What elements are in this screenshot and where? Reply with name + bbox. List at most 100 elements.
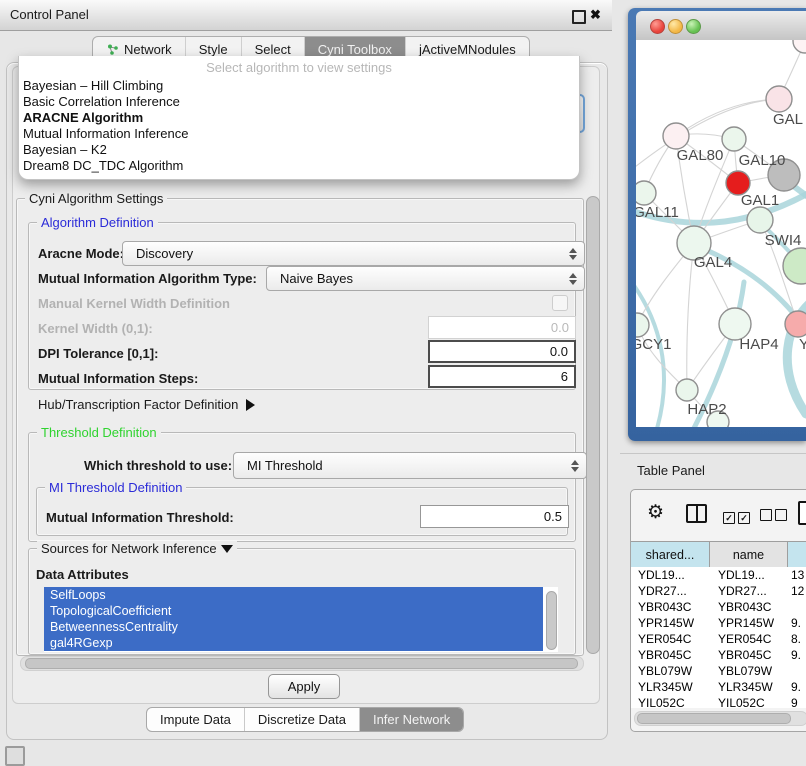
algorithm-dropdown-popup: Select algorithm to view settings Bayesi… [18, 56, 580, 180]
network-node-HAP2[interactable] [676, 379, 698, 401]
node-label: Y [799, 336, 806, 353]
table-row[interactable]: YBR045CYBR045C9. [631, 647, 806, 663]
node-label: GCY1 [636, 336, 671, 353]
manual-kernel-width-checkbox[interactable] [552, 295, 568, 311]
control-panel-title: Control Panel [10, 7, 89, 22]
table-panel-header: Table Panel [620, 453, 806, 486]
mac-close-button[interactable] [650, 19, 665, 34]
unselect-all-columns-icon[interactable] [760, 508, 787, 526]
table-row[interactable]: YDL19...YDL19...13 [631, 567, 806, 583]
mac-minimize-button[interactable] [668, 19, 683, 34]
hub-definition-expander[interactable]: Hub/Transcription Factor Definition [38, 397, 255, 412]
table-row[interactable]: YIL052CYIL052C9 [631, 695, 806, 708]
network-node-SWI4[interactable] [747, 207, 773, 233]
algorithm-definition-title: Algorithm Definition [37, 215, 158, 230]
table-hscrollbar[interactable] [637, 713, 791, 724]
table-row[interactable]: YPR145WYPR145W9. [631, 615, 806, 631]
disclosure-down-icon [221, 545, 233, 553]
table-panel-title: Table Panel [637, 463, 705, 478]
algorithm-dropdown-prompt: Select algorithm to view settings [19, 56, 579, 78]
network-window-titlebar[interactable] [636, 11, 806, 41]
network-node-GAL10[interactable] [722, 127, 746, 151]
combo-arrows-icon [568, 248, 577, 260]
node-label: GAL11 [636, 204, 679, 221]
combo-arrows-icon [568, 273, 577, 285]
network-node-GAL[interactable] [766, 86, 792, 112]
network-node[interactable] [793, 40, 806, 53]
network-node[interactable] [783, 248, 806, 284]
combo-arrows-icon [570, 460, 579, 472]
apply-button[interactable]: Apply [268, 674, 340, 699]
kernel-width-field[interactable]: 0.0 [428, 316, 576, 339]
select-all-columns-icon[interactable]: ✓✓ [723, 508, 750, 526]
column-header-shared-name[interactable]: shared... [631, 542, 710, 568]
disclosure-right-icon [246, 399, 255, 411]
tab-impute-data[interactable]: Impute Data [147, 708, 244, 731]
table-row[interactable]: YDR27...YDR27...12 [631, 583, 806, 599]
algorithm-option[interactable]: Bayesian – Hill Climbing [19, 78, 579, 94]
network-canvas[interactable]: GAL GAL80 GAL10 GAL1 GAL11 SWI4 GAL4 GCY… [636, 40, 806, 427]
table-row[interactable]: YBR043CYBR043C [631, 599, 806, 615]
control-panel-titlebar: Control Panel ✖ [0, 0, 612, 31]
network-node-GCY1[interactable] [636, 313, 649, 337]
float-window-icon[interactable] [572, 10, 586, 24]
algorithm-option[interactable]: Dream8 DC_TDC Algorithm [19, 158, 579, 174]
mi-steps-field[interactable]: 6 [428, 365, 576, 388]
cyni-bottom-tabbar: Impute Data Discretize Data Infer Networ… [146, 707, 464, 732]
screen: Control Panel ✖ Network Style Select Cyn… [0, 0, 806, 762]
aracne-mode-label: Aracne Mode: [38, 246, 124, 261]
dpi-tolerance-field[interactable]: 0.0 [428, 340, 576, 363]
table-options-gear-icon[interactable]: ⚙ [647, 501, 664, 524]
network-view-window: GAL GAL80 GAL10 GAL1 GAL11 SWI4 GAL4 GCY… [628, 8, 806, 441]
node-label: GAL4 [694, 254, 732, 271]
mi-threshold-field[interactable]: 0.5 [420, 505, 569, 528]
mi-algorithm-type-combo[interactable]: Naive Bayes [266, 266, 585, 291]
table-row[interactable]: YLR345WYLR345W9. [631, 679, 806, 695]
docked-panel-icon[interactable] [5, 746, 25, 766]
cyni-algorithm-settings-title: Cyni Algorithm Settings [25, 191, 167, 206]
attributes-list-scrollbar[interactable] [546, 591, 557, 650]
column-header-clipped[interactable] [788, 542, 806, 568]
column-header-name[interactable]: name [710, 542, 788, 568]
node-label: HAP2 [687, 401, 726, 418]
algorithm-option[interactable]: Basic Correlation Inference [19, 94, 579, 110]
close-icon[interactable]: ✖ [590, 7, 601, 23]
tab-infer-network[interactable]: Infer Network [359, 708, 463, 731]
mi-threshold-label: Mutual Information Threshold: [46, 510, 234, 525]
list-item-selected[interactable]: TopologicalCoefficient [44, 603, 543, 619]
table-panel-body: ⚙ ✓✓ shared... name YDL19...YDL19...13 Y… [630, 489, 806, 732]
which-threshold-combo[interactable]: MI Threshold [233, 452, 587, 479]
algorithm-option[interactable]: Mutual Information Inference [19, 126, 579, 142]
table-row[interactable]: YER054CYER054C8. [631, 631, 806, 647]
mi-algorithm-type-label: Mutual Information Algorithm Type: [38, 271, 257, 286]
aracne-mode-combo[interactable]: Discovery [122, 241, 585, 266]
network-tab-icon [106, 43, 119, 56]
new-column-icon[interactable] [798, 501, 806, 525]
sources-group-header[interactable]: Sources for Network Inference [37, 541, 237, 556]
list-item-selected[interactable]: gal4RGexp [44, 635, 543, 651]
which-threshold-label: Which threshold to use: [84, 458, 232, 473]
mi-threshold-definition-title: MI Threshold Definition [45, 480, 186, 495]
list-item-selected[interactable]: BetweennessCentrality [44, 619, 543, 635]
threshold-definition-title: Threshold Definition [37, 425, 161, 440]
node-label: GAL10 [739, 152, 786, 169]
node-label: SWI4 [765, 232, 802, 249]
show-columns-icon[interactable] [686, 504, 707, 523]
table-row[interactable]: YBL079WYBL079W [631, 663, 806, 679]
network-node-Y[interactable] [785, 311, 806, 337]
algorithm-option[interactable]: Bayesian – K2 [19, 142, 579, 158]
kernel-width-label: Kernel Width (0,1): [38, 321, 153, 336]
data-attributes-label: Data Attributes [36, 567, 129, 582]
network-node-GAL80[interactable] [663, 123, 689, 149]
settings-vertical-scrollbar[interactable] [586, 196, 600, 654]
mac-zoom-button[interactable] [686, 19, 701, 34]
node-label: GAL80 [677, 147, 724, 164]
dpi-tolerance-label: DPI Tolerance [0,1]: [38, 346, 158, 361]
list-item-selected[interactable]: SelfLoops [44, 587, 543, 603]
algorithm-option-highlighted[interactable]: ARACNE Algorithm [19, 110, 579, 126]
data-attributes-list: SelfLoops TopologicalCoefficient Between… [44, 587, 558, 652]
table-rows: YDL19...YDL19...13 YDR27...YDR27...12 YB… [631, 567, 806, 708]
settings-horizontal-scrollbar[interactable] [25, 658, 578, 669]
tab-discretize-data[interactable]: Discretize Data [244, 708, 359, 731]
network-node-GAL11[interactable] [636, 181, 656, 205]
